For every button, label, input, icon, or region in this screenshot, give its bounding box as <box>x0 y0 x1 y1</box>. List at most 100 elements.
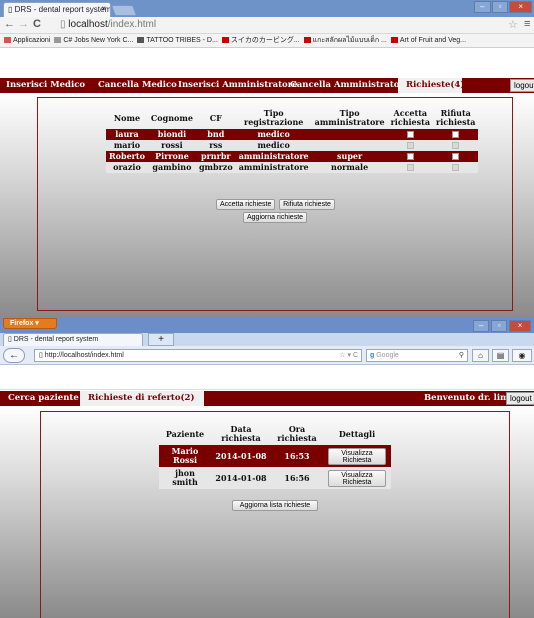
minimize-icon[interactable]: – <box>474 1 491 13</box>
close-window-icon[interactable]: × <box>509 1 532 13</box>
view-request-button[interactable]: Visualizza Richiesta <box>328 447 386 465</box>
cell-data: 2014-01-08 <box>215 472 267 483</box>
bookmark-icon <box>303 37 311 43</box>
admin-nav-bar: Inserisci Medico Cancella Medico Inseris… <box>0 78 534 93</box>
minimize-icon[interactable]: – <box>473 320 490 332</box>
star-icon[interactable]: ☆ ▾ C <box>339 350 358 362</box>
bookmark-item[interactable]: แกะสลักผลไม้แบบเด็ก ... <box>303 34 387 47</box>
reject-checkbox[interactable] <box>452 153 460 160</box>
accept-checkbox[interactable] <box>406 131 414 138</box>
address-bar[interactable]: ▯ http://localhost/index.html ☆ ▾ C <box>34 349 362 362</box>
table-row: mario rossi rss medico <box>106 140 479 151</box>
home-icon[interactable]: ⌂ <box>472 349 489 362</box>
cell-tipo-amm: super <box>337 151 363 161</box>
nav-cancella-medico[interactable]: Cancella Medico <box>98 78 177 93</box>
close-tab-icon[interactable]: × <box>101 4 106 13</box>
bookmark-label: Art of Fruit and Veg... <box>399 37 467 44</box>
col-header: Data richiesta <box>221 424 261 443</box>
cell-nome: laura <box>115 129 139 139</box>
close-window-icon[interactable]: × <box>509 320 532 332</box>
star-icon[interactable]: ☆ <box>508 18 518 31</box>
tab-richieste[interactable]: Richieste(4) <box>398 78 464 93</box>
nav-cerca-paziente[interactable]: Cerca paziente <box>8 391 79 406</box>
address-bar[interactable]: ▯ localhost/index.html <box>56 18 518 32</box>
maximize-icon[interactable]: ▫ <box>491 1 509 13</box>
accept-checkbox[interactable] <box>406 142 414 149</box>
cell-data: 2014-01-08 <box>215 450 267 461</box>
col-header: Ora richiesta <box>277 424 317 443</box>
refresh-list-button[interactable]: Aggiorna lista richieste <box>232 500 318 511</box>
nav-inserisci-medico[interactable]: Inserisci Medico <box>6 78 85 93</box>
cell-dettagli: Visualizza Richiesta <box>323 445 391 467</box>
cell-tipo-amm <box>312 140 388 151</box>
col-header: Nome <box>113 112 141 123</box>
requests-table: Nome Cognome CF Tipo registrazione Tipo … <box>106 107 479 173</box>
welcome-text: Benvenuto dr. lima <box>424 393 515 403</box>
nav-cancella-amministratore[interactable]: Cancella Amministratore <box>290 78 409 93</box>
window-controls: – ▫ × <box>473 320 532 332</box>
bookmark-item[interactable]: Applicazioni <box>4 34 50 47</box>
firefox-menu-label: Firefox <box>10 320 34 327</box>
table-header-row: Nome Cognome CF Tipo registrazione Tipo … <box>106 107 478 129</box>
bookmark-label: TATTOO TRIBES - D... <box>146 37 218 44</box>
table-row: jhon smith 2014-01-08 16:56 Visualizza Rich… <box>159 467 391 489</box>
cell-cf: rss <box>209 140 223 150</box>
bookmark-item[interactable]: スイカのカービング... <box>221 34 300 47</box>
addon-icon[interactable]: ◉ <box>512 349 532 362</box>
bookmarks-icon[interactable]: ▤ <box>492 349 509 362</box>
chrome-tab-title: DRS - dental report system <box>14 5 111 14</box>
view-request-button[interactable]: Visualizza Richiesta <box>328 469 386 487</box>
reject-checkbox[interactable] <box>452 164 460 171</box>
firefox-menu-button[interactable]: Firefox ▾ <box>3 318 57 329</box>
report-requests-table: Paziente Data richiesta Ora richiesta De… <box>159 423 391 489</box>
table-row: Roberto Pirrone prnrbr amministratore super <box>106 151 479 162</box>
nav-inserisci-amministratore[interactable]: Inserisci Amministratore <box>178 78 298 93</box>
bookmark-item[interactable]: TATTOO TRIBES - D... <box>137 34 218 47</box>
reject-checkbox[interactable] <box>452 131 460 138</box>
firefox-window: Firefox ▾ – ▫ × ▯ DRS - dental report sy… <box>0 318 534 618</box>
cell-cognome: Pirrone <box>155 151 189 161</box>
cell-accept <box>388 140 433 151</box>
menu-icon[interactable]: ≡ <box>524 18 530 30</box>
window-controls: – ▫ × <box>474 1 532 13</box>
search-engine-label: Google <box>376 352 399 359</box>
accept-checkbox[interactable] <box>406 164 414 171</box>
firefox-tabbar: ▯ DRS - dental report system + <box>0 333 534 346</box>
accept-requests-button[interactable]: Accetta richieste <box>216 199 275 210</box>
cell-tipo-amm <box>312 129 388 140</box>
reload-icon[interactable]: C <box>33 18 41 30</box>
chrome-tab[interactable]: ▯ DRS - dental report system × <box>3 2 111 17</box>
cell-cf: prnrbr <box>200 151 231 161</box>
back-arrow-icon[interactable]: ← <box>4 18 15 30</box>
cell-cognome: rossi <box>161 140 183 150</box>
cell-accept <box>388 151 433 162</box>
firefox-tab[interactable]: ▯ DRS - dental report system <box>3 333 143 346</box>
cell-accept <box>388 129 433 140</box>
forward-arrow-icon[interactable]: → <box>18 18 29 30</box>
search-icon[interactable]: ⚲ <box>459 350 464 362</box>
reject-checkbox[interactable] <box>452 142 460 149</box>
new-tab-button[interactable] <box>110 5 138 16</box>
search-input[interactable]: g Google ⚲ <box>366 349 468 362</box>
bookmark-item[interactable]: Art of Fruit and Veg... <box>390 34 467 47</box>
cell-paziente: jhon smith <box>172 468 198 487</box>
cell-cf: gmbrzo <box>198 162 233 172</box>
table-row: orazio gambino gmbrzo amministratore normale <box>106 162 479 173</box>
tab-richieste-referto[interactable]: Richieste di referto(2) <box>80 391 204 406</box>
maximize-icon[interactable]: ▫ <box>491 320 508 332</box>
bookmark-item[interactable]: C# Jobs New York C... <box>54 34 134 47</box>
bookmark-label: C# Jobs New York C... <box>63 37 134 44</box>
new-tab-button[interactable]: + <box>148 333 174 346</box>
chrome-titlebar: ▯ DRS - dental report system × – ▫ × <box>0 0 534 17</box>
chrome-toolbar: ← → C ▯ localhost/index.html ☆ ≡ <box>0 17 534 34</box>
doctor-content: Paziente Data richiesta Ora richiesta De… <box>0 406 534 618</box>
accept-checkbox[interactable] <box>406 153 414 160</box>
bookmark-icon <box>54 37 62 43</box>
reject-requests-button[interactable]: Rifiuta richieste <box>279 199 335 210</box>
col-header: Cognome <box>150 112 193 123</box>
logout-button[interactable]: logout <box>510 79 534 92</box>
back-arrow-icon[interactable]: ← <box>3 348 25 363</box>
logout-button[interactable]: logout <box>506 392 534 405</box>
doctor-nav-bar: Cerca paziente Richieste di referto(2) B… <box>0 391 534 406</box>
refresh-requests-button[interactable]: Aggiorna richieste <box>243 212 307 223</box>
